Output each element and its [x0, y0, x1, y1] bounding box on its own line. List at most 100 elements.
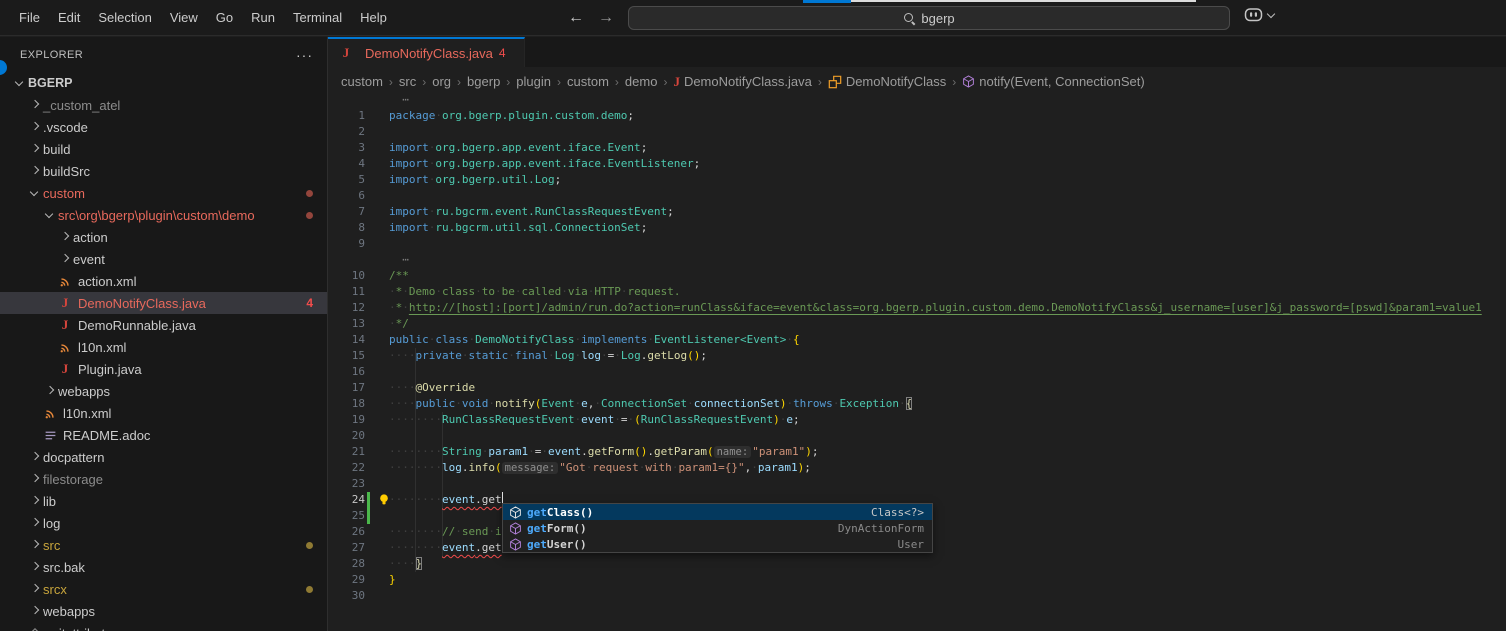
breadcrumb-item-demo[interactable]: demo — [625, 74, 658, 89]
tree-item-readme-adoc[interactable]: README.adoc — [0, 424, 327, 446]
menu-edit[interactable]: Edit — [49, 6, 89, 29]
suggestion-getclass-[interactable]: getClass()Class<?> — [503, 504, 932, 520]
code-line-22[interactable]: 22········log.info(message:"Got·request·… — [328, 460, 1506, 476]
lightbulb-icon[interactable] — [377, 493, 391, 507]
menu-view[interactable]: View — [161, 6, 207, 29]
tree-item-demonotifyclass-java[interactable]: JDemoNotifyClass.java4 — [0, 292, 327, 314]
breadcrumb-item-custom[interactable]: custom — [341, 74, 383, 89]
code-line-15[interactable]: 15····private·static·final·Log·log·=·Log… — [328, 348, 1506, 364]
breadcrumb-item-org[interactable]: org — [432, 74, 451, 89]
tree-item-buildsrc[interactable]: buildSrc — [0, 160, 327, 182]
tree-item-log[interactable]: log — [0, 512, 327, 534]
breadcrumb-symbol[interactable]: DemoNotifyClass — [828, 74, 946, 89]
breadcrumb-item-custom[interactable]: custom — [567, 74, 609, 89]
tree-item-label: .gitattributes — [48, 626, 119, 631]
breadcrumb-item-plugin[interactable]: plugin — [516, 74, 551, 89]
menu-run[interactable]: Run — [242, 6, 284, 29]
tree-item-webapps[interactable]: webapps — [0, 380, 327, 402]
breadcrumb-symbol[interactable]: JDemoNotifyClass.java — [673, 74, 811, 90]
line-number: 23 — [328, 476, 365, 492]
code-line-14[interactable]: 14public·class·DemoNotifyClass·implement… — [328, 332, 1506, 348]
code-line-4[interactable]: 4import·org.bgerp.app.event.iface.EventL… — [328, 156, 1506, 172]
code-line-ellipsis[interactable]: ⋯ — [328, 96, 1506, 108]
tree-item-webapps[interactable]: webapps — [0, 600, 327, 622]
java-file-icon: J — [338, 45, 354, 61]
code-line-ellipsis[interactable]: ⋯ — [328, 252, 1506, 268]
history-nav: ← → — [568, 0, 614, 36]
breadcrumb-item-src[interactable]: src — [399, 74, 416, 89]
breadcrumb-separator-icon: › — [454, 75, 464, 89]
tree-item-label: BGERP — [28, 76, 72, 90]
forward-icon[interactable]: → — [598, 9, 614, 27]
tree-item-label: DemoRunnable.java — [78, 318, 196, 333]
breadcrumb-label: notify(Event, ConnectionSet) — [979, 74, 1144, 89]
menu-go[interactable]: Go — [207, 6, 242, 29]
code-line-23[interactable]: 23 — [328, 476, 1506, 492]
tree-item--gitattributes[interactable]: .gitattributes — [0, 622, 327, 631]
tree-item--vscode[interactable]: .vscode — [0, 116, 327, 138]
line-number: 10 — [328, 268, 365, 284]
code-line-18[interactable]: 18····public·void·notify(Event·e,·Connec… — [328, 396, 1506, 412]
tree-item-bgerp[interactable]: BGERP — [0, 72, 327, 94]
code-line-21[interactable]: 21········String·param1·=·event.getForm(… — [328, 444, 1506, 460]
code-line-11[interactable]: 11·*·Demo·class·to·be·called·via·HTTP·re… — [328, 284, 1506, 300]
code-text: ········RunClassRequestEvent·event·=·(Ru… — [389, 412, 800, 428]
code-line-1[interactable]: 1package·org.bgerp.plugin.custom.demo; — [328, 108, 1506, 124]
tree-item-event[interactable]: event — [0, 248, 327, 270]
tree-item-src-org-bgerp-plugin-custom-demo[interactable]: src\org\bgerp\plugin\custom\demo — [0, 204, 327, 226]
code-line-20[interactable]: 20 — [328, 428, 1506, 444]
code-text: public·class·DemoNotifyClass·implements·… — [389, 332, 800, 348]
tree-item-label: src\org\bgerp\plugin\custom\demo — [58, 208, 255, 223]
tree-item-srcx[interactable]: srcx — [0, 578, 327, 600]
code-line-5[interactable]: 5import·org.bgerp.util.Log; — [328, 172, 1506, 188]
tree-item-src[interactable]: src — [0, 534, 327, 556]
suggestion-getform-[interactable]: getForm()DynActionForm — [503, 520, 932, 536]
suggestion-getuser-[interactable]: getUser()User — [503, 536, 932, 552]
breadcrumb-label: org — [432, 74, 451, 89]
code-line-17[interactable]: 17····@Override — [328, 380, 1506, 396]
menu-file[interactable]: File — [10, 6, 49, 29]
xml-icon — [57, 273, 73, 289]
views-more-actions-icon[interactable]: ··· — [296, 47, 313, 63]
tree-item-l10n-xml[interactable]: l10n.xml — [0, 402, 327, 424]
error-dot-badge — [306, 190, 313, 197]
tree-item-plugin-java[interactable]: JPlugin.java — [0, 358, 327, 380]
code-line-8[interactable]: 8import·ru.bgcrm.util.sql.ConnectionSet; — [328, 220, 1506, 236]
code-line-12[interactable]: 12·*·http://[host]:[port]/admin/run.do?a… — [328, 300, 1506, 316]
tree-item-l10n-xml[interactable]: l10n.xml — [0, 336, 327, 358]
tree-item-demorunnable-java[interactable]: JDemoRunnable.java — [0, 314, 327, 336]
tab-demonotifyclass[interactable]: J DemoNotifyClass.java 4 — [328, 37, 525, 67]
tree-item-action[interactable]: action — [0, 226, 327, 248]
code-line-19[interactable]: 19········RunClassRequestEvent·event·=·(… — [328, 412, 1506, 428]
menu-terminal[interactable]: Terminal — [284, 6, 351, 29]
code-line-7[interactable]: 7import·ru.bgcrm.event.RunClassRequestEv… — [328, 204, 1506, 220]
code-line-28[interactable]: 28····} — [328, 556, 1506, 572]
breadcrumb-item-bgerp[interactable]: bgerp — [467, 74, 500, 89]
tree-item-label: l10n.xml — [63, 406, 111, 421]
breadcrumb-symbol[interactable]: notify(Event, ConnectionSet) — [962, 74, 1144, 89]
copilot-menu[interactable] — [1244, 7, 1274, 23]
code-line-13[interactable]: 13·*/ — [328, 316, 1506, 332]
tree-item--custom-atel[interactable]: _custom_atel — [0, 94, 327, 116]
code-line-6[interactable]: 6 — [328, 188, 1506, 204]
code-line-2[interactable]: 2 — [328, 124, 1506, 140]
menu-selection[interactable]: Selection — [89, 6, 160, 29]
code-line-3[interactable]: 3import·org.bgerp.app.event.iface.Event; — [328, 140, 1506, 156]
tree-item-docpattern[interactable]: docpattern — [0, 446, 327, 468]
tree-item-action-xml[interactable]: action.xml — [0, 270, 327, 292]
tree-item-src-bak[interactable]: src.bak — [0, 556, 327, 578]
code-line-9[interactable]: 9 — [328, 236, 1506, 252]
tree-item-filestorage[interactable]: filestorage — [0, 468, 327, 490]
code-line-29[interactable]: 29} — [328, 572, 1506, 588]
code-line-30[interactable]: 30 — [328, 588, 1506, 604]
back-icon[interactable]: ← — [568, 9, 584, 27]
menu-help[interactable]: Help — [351, 6, 396, 29]
code-text: import·org.bgerp.util.Log; — [389, 172, 561, 188]
code-line-16[interactable]: 16 — [328, 364, 1506, 380]
error-count-badge: 4 — [306, 296, 313, 310]
tree-item-lib[interactable]: lib — [0, 490, 327, 512]
command-center-search[interactable]: bgerp — [628, 6, 1230, 30]
tree-item-build[interactable]: build — [0, 138, 327, 160]
code-line-10[interactable]: 10/** — [328, 268, 1506, 284]
tree-item-custom[interactable]: custom — [0, 182, 327, 204]
